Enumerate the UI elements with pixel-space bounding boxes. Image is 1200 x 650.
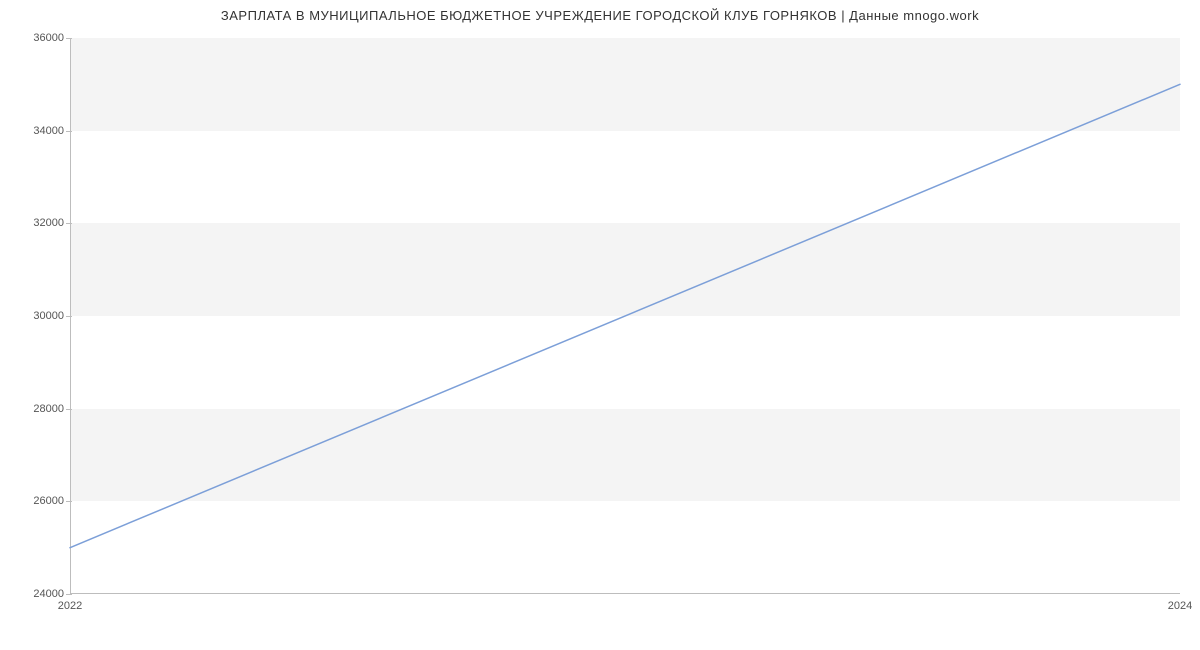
chart-title: ЗАРПЛАТА В МУНИЦИПАЛЬНОЕ БЮДЖЕТНОЕ УЧРЕЖ…	[0, 8, 1200, 23]
x-tick-label: 2024	[1168, 600, 1192, 612]
y-tick-label: 26000	[8, 495, 64, 507]
chart-container: ЗАРПЛАТА В МУНИЦИПАЛЬНОЕ БЮДЖЕТНОЕ УЧРЕЖ…	[0, 0, 1200, 650]
y-tick-label: 34000	[8, 125, 64, 137]
y-tick-label: 28000	[8, 403, 64, 415]
plot-area	[70, 38, 1180, 594]
x-tick-label: 2022	[58, 600, 82, 612]
line-layer	[70, 38, 1180, 594]
y-tick-label: 30000	[8, 310, 64, 322]
data-series-line	[70, 84, 1180, 547]
y-tick-label: 36000	[8, 32, 64, 44]
y-tick-label: 24000	[8, 588, 64, 600]
y-tick-label: 32000	[8, 217, 64, 229]
